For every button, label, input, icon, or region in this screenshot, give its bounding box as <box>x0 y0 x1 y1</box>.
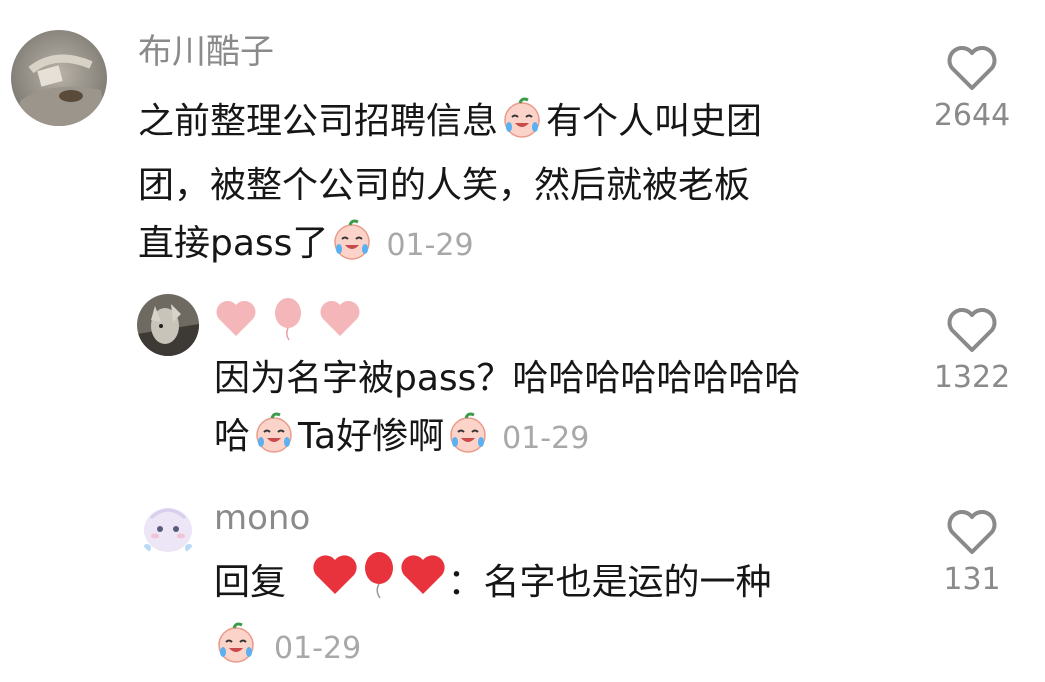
comment-line: 直接pass了 <box>138 223 329 264</box>
crying-laughing-emoji-icon <box>330 217 374 279</box>
crying-laughing-emoji-icon <box>252 410 296 472</box>
pink-balloon-icon <box>269 296 307 351</box>
avatar[interactable] <box>137 496 199 558</box>
heart-outline-icon <box>947 46 997 90</box>
crying-laughing-emoji-icon <box>500 95 544 157</box>
username[interactable]: 布川酷子 <box>138 32 274 72</box>
like-button[interactable]: 131 <box>932 508 1012 598</box>
reply-prefix: 回复 <box>214 562 287 603</box>
comment-date: 01-29 <box>274 631 362 666</box>
red-balloon-icon <box>359 550 399 618</box>
comment-line: 因为名字被pass？哈哈哈哈哈哈哈哈 <box>214 358 801 399</box>
comment-line: 哈 <box>214 416 251 457</box>
like-button[interactable]: 1322 <box>932 306 1012 396</box>
username[interactable] <box>214 296 362 351</box>
avatar[interactable] <box>137 294 199 356</box>
comment-item: 因为名字被pass？哈哈哈哈哈哈哈哈 哈 Ta好惨啊 01-29 1322 <box>0 280 1045 470</box>
heart-outline-icon <box>947 308 997 352</box>
comment-line: Ta好惨啊 <box>298 416 445 457</box>
like-count: 2644 <box>933 98 1011 133</box>
avatar[interactable] <box>11 30 107 126</box>
username[interactable]: mono <box>214 498 310 538</box>
red-heart-icon <box>311 553 359 615</box>
comment-line: 之前整理公司招聘信息 <box>138 101 499 142</box>
pink-heart-icon <box>318 299 362 348</box>
comment-line: 有个人叫史团 <box>546 101 763 142</box>
comment-date: 01-29 <box>386 228 474 263</box>
red-heart-icon <box>399 553 447 615</box>
comment-text: 回复 ：名字也是运的一种 01-29 <box>214 550 894 682</box>
comment-text: 之前整理公司招聘信息 有个人叫史团 团，被整个公司的人笑，然后就被老板 直接pas… <box>138 93 878 279</box>
comment-item: mono 回复 ：名字也是运的一种 01-29 131 <box>0 488 1045 669</box>
crying-laughing-emoji-icon <box>446 410 490 472</box>
like-count: 131 <box>943 562 1001 597</box>
comment-date: 01-29 <box>502 421 590 456</box>
heart-outline-icon <box>947 510 997 554</box>
like-count: 1322 <box>933 360 1011 395</box>
comment-item: 布川酷子 之前整理公司招聘信息 有个人叫史团 团，被整个公司的人笑，然后就被老板 … <box>0 0 1045 264</box>
comment-text: 因为名字被pass？哈哈哈哈哈哈哈哈 哈 Ta好惨啊 01-29 <box>214 350 894 472</box>
crying-laughing-emoji-icon <box>214 620 258 682</box>
comment-line: 团，被整个公司的人笑，然后就被老板 <box>138 165 751 206</box>
pink-heart-icon <box>214 299 258 348</box>
like-button[interactable]: 2644 <box>932 44 1012 134</box>
reply-text: ：名字也是运的一种 <box>447 562 772 603</box>
